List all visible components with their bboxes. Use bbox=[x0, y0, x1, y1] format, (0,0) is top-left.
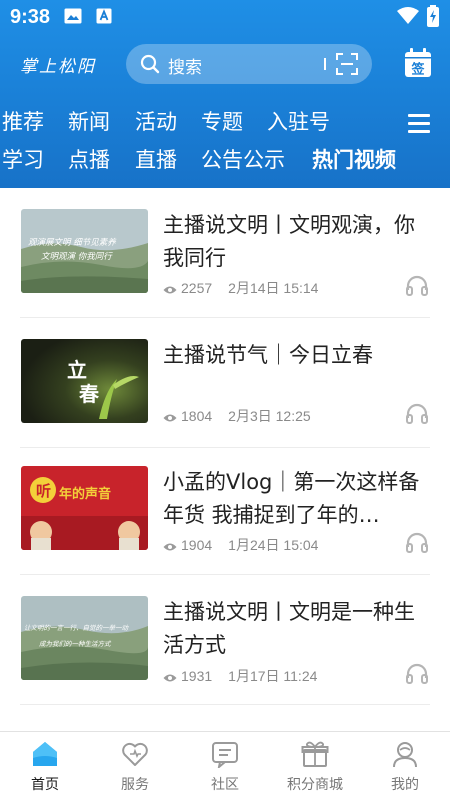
scan-icon[interactable] bbox=[336, 53, 358, 79]
channel-nav-row-1: 推荐 新闻 活动 专题 入驻号 bbox=[0, 106, 450, 140]
eye-icon bbox=[163, 282, 177, 298]
video-thumbnail: 观演展文明 细节见素养 文明观演 你我同行 bbox=[21, 209, 148, 293]
thumbnail-caption: 文明观演 你我同行 bbox=[41, 251, 113, 262]
battery-charging-icon bbox=[426, 5, 440, 31]
item-title: 主播说节气｜今日立春 bbox=[163, 343, 373, 367]
thumbnail-caption: 成为我们的一种生活方式 bbox=[39, 640, 112, 648]
channel-tab-news[interactable]: 新闻 bbox=[68, 106, 110, 136]
channel-tab-recommend[interactable]: 推荐 bbox=[2, 106, 44, 136]
home-icon bbox=[33, 742, 57, 766]
gift-icon bbox=[301, 741, 329, 767]
headphones-icon[interactable] bbox=[405, 402, 429, 424]
publish-date: 2月3日 12:25 bbox=[228, 408, 311, 424]
eye-icon bbox=[163, 539, 177, 555]
tab-label: 社区 bbox=[211, 777, 239, 793]
item-meta: 1931 1月17日 11:24 bbox=[163, 666, 317, 686]
top-bar: 掌上松阳 搜索 签 bbox=[0, 42, 450, 86]
chat-icon bbox=[212, 742, 238, 768]
app-logo: 掌上松阳 bbox=[20, 57, 96, 77]
channel-tab-accounts[interactable]: 入驻号 bbox=[267, 106, 330, 136]
menu-icon[interactable] bbox=[408, 114, 430, 138]
view-count: 1931 bbox=[181, 668, 213, 684]
tab-label: 我的 bbox=[391, 777, 419, 793]
thumbnail-caption: 年的声音 bbox=[59, 486, 111, 502]
list-item[interactable] bbox=[20, 705, 430, 731]
item-title: 小孟的Vlog｜第一次这样备年货 我捕捉到了年的… bbox=[163, 470, 420, 527]
thumbnail-caption: 春 bbox=[78, 382, 100, 406]
channel-tab-live[interactable]: 直播 bbox=[135, 144, 177, 174]
status-time: 9:38 bbox=[10, 6, 51, 28]
publish-date: 2月14日 15:14 bbox=[228, 280, 319, 296]
channel-tab-events[interactable]: 活动 bbox=[135, 106, 177, 136]
eye-icon bbox=[163, 670, 177, 686]
tab-points-mall[interactable]: 积分商城 bbox=[270, 732, 360, 800]
list-item[interactable]: 让文明的一言一行、自觉的一举一动 成为我们的一种生活方式 主播说文明丨文明是一种… bbox=[20, 575, 430, 705]
eye-icon bbox=[163, 410, 177, 426]
item-meta: 2257 2月14日 15:14 bbox=[163, 278, 318, 298]
publish-date: 1月24日 15:04 bbox=[228, 537, 319, 553]
channel-tab-hot-videos[interactable]: 热门视频 bbox=[312, 144, 396, 174]
thumbnail-caption: 让文明的一言一行、自觉的一举一动 bbox=[24, 624, 130, 632]
tab-label: 积分商城 bbox=[287, 777, 343, 793]
text-notification-icon bbox=[96, 8, 112, 28]
list-item[interactable]: 立 春 主播说节气｜今日立春 1804 2月3日 12:25 bbox=[20, 318, 430, 448]
item-title: 主播说文明丨文明是一种生活方式 bbox=[163, 600, 415, 657]
headphones-icon[interactable] bbox=[405, 531, 429, 553]
status-bar: 9:38 bbox=[0, 0, 450, 34]
channel-tab-study[interactable]: 学习 bbox=[2, 144, 44, 174]
search-bar[interactable]: 搜索 bbox=[126, 44, 372, 84]
tab-home[interactable]: 首页 bbox=[0, 732, 90, 800]
video-thumbnail: 立 春 bbox=[21, 339, 148, 423]
signin-calendar-icon[interactable]: 签 bbox=[404, 48, 432, 82]
video-thumbnail: 让文明的一言一行、自觉的一举一动 成为我们的一种生活方式 bbox=[21, 596, 148, 680]
headphones-icon[interactable] bbox=[405, 274, 429, 296]
tab-community[interactable]: 社区 bbox=[180, 732, 270, 800]
tab-me[interactable]: 我的 bbox=[360, 732, 450, 800]
heart-icon bbox=[122, 742, 148, 766]
bottom-tab-bar: 首页 服务 社区 积分商城 我的 bbox=[0, 731, 450, 800]
item-meta: 1804 2月3日 12:25 bbox=[163, 406, 311, 426]
item-meta: 1904 1月24日 15:04 bbox=[163, 535, 318, 555]
view-count: 2257 bbox=[181, 280, 213, 296]
headphones-icon[interactable] bbox=[405, 662, 429, 684]
search-icon bbox=[140, 54, 160, 78]
thumbnail-caption: 听 bbox=[36, 482, 51, 500]
publish-date: 1月17日 11:24 bbox=[228, 668, 318, 684]
list-item[interactable]: 观演展文明 细节见素养 文明观演 你我同行 主播说文明丨文明观演，你我同行 22… bbox=[20, 188, 430, 318]
channel-nav-row-2: 学习 点播 直播 公告公示 热门视频 bbox=[0, 144, 450, 178]
thumbnail-caption: 观演展文明 细节见素养 bbox=[28, 237, 117, 248]
channel-tab-notices[interactable]: 公告公示 bbox=[201, 144, 285, 174]
thumbnail-caption: 立 bbox=[67, 358, 87, 382]
view-count: 1804 bbox=[181, 408, 213, 424]
channel-tab-vod[interactable]: 点播 bbox=[68, 144, 110, 174]
gallery-notification-icon bbox=[64, 8, 82, 28]
channel-tab-topics[interactable]: 专题 bbox=[201, 106, 243, 136]
signin-label: 签 bbox=[410, 62, 425, 78]
item-title: 主播说文明丨文明观演，你我同行 bbox=[163, 213, 415, 270]
tab-label: 服务 bbox=[121, 777, 149, 793]
video-thumbnail: 听 年的声音 bbox=[21, 466, 148, 550]
search-divider bbox=[324, 58, 326, 70]
tab-label: 首页 bbox=[31, 777, 59, 793]
app-header: 9:38 掌上松阳 搜索 签 推荐 新闻 活动 专题 入驻号 学习 点播 直播 … bbox=[0, 0, 450, 188]
view-count: 1904 bbox=[181, 537, 213, 553]
tab-services[interactable]: 服务 bbox=[90, 732, 180, 800]
list-item[interactable]: 听 年的声音 小孟的Vlog｜第一次这样备年货 我捕捉到了年的… 1904 1月2… bbox=[20, 445, 430, 575]
search-placeholder: 搜索 bbox=[168, 58, 202, 78]
user-icon bbox=[393, 742, 417, 768]
wifi-icon bbox=[396, 7, 420, 29]
